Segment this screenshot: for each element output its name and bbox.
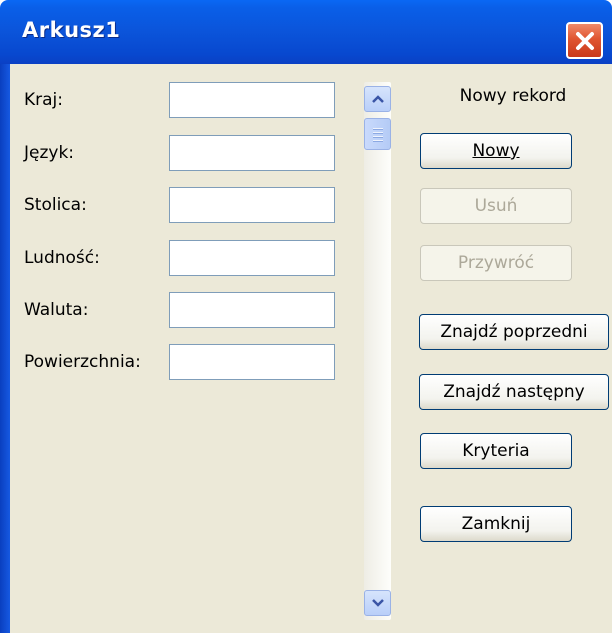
record-status-label: Nowy rekord: [459, 86, 567, 106]
record-scrollbar[interactable]: [364, 82, 391, 620]
scroll-thumb-grip-line: [373, 132, 383, 133]
data-form-dialog: Arkusz1 Kraj: Język: Stolica: Ludność: W…: [0, 0, 612, 633]
label-powierzchnia: Powierzchnia:: [24, 352, 141, 372]
window-frame-left: [0, 64, 10, 633]
delete-button-label: Usuń: [474, 196, 518, 216]
scroll-up-button[interactable]: [364, 86, 391, 112]
label-waluta: Waluta:: [24, 300, 89, 320]
waluta-field[interactable]: [169, 292, 335, 328]
criteria-button[interactable]: Kryteria: [420, 433, 572, 469]
restore-button[interactable]: Przywróć: [420, 245, 572, 281]
scroll-thumb-grip-line: [373, 136, 383, 137]
scroll-thumb[interactable]: [364, 118, 391, 150]
new-button-label: Nowy: [472, 141, 520, 161]
delete-button[interactable]: Usuń: [420, 188, 572, 224]
close-button[interactable]: Zamknij: [420, 506, 572, 542]
close-button-label: Zamknij: [461, 514, 531, 534]
close-x-icon: [575, 31, 594, 50]
find-previous-button[interactable]: Znajdź poprzedni: [419, 314, 609, 350]
kraj-field[interactable]: [169, 82, 335, 118]
criteria-button-label: Kryteria: [462, 441, 530, 461]
scroll-down-button[interactable]: [364, 590, 391, 616]
ludnosc-field[interactable]: [169, 240, 335, 276]
new-button[interactable]: Nowy: [420, 133, 572, 169]
window-title: Arkusz1: [22, 18, 121, 42]
stolica-field[interactable]: [169, 187, 335, 223]
find-previous-button-label: Znajdź poprzedni: [440, 322, 588, 342]
scroll-thumb-grip-line: [373, 140, 383, 141]
find-next-button-label: Znajdź następny: [443, 382, 585, 402]
jezyk-field[interactable]: [169, 135, 335, 171]
title-bar[interactable]: Arkusz1: [0, 0, 612, 64]
chevron-up-icon: [371, 95, 384, 103]
label-stolica: Stolica:: [24, 195, 87, 215]
find-next-button[interactable]: Znajdź następny: [419, 374, 609, 410]
label-jezyk: Język:: [24, 143, 75, 163]
chevron-down-icon: [371, 599, 384, 607]
scroll-thumb-grip-icon: [373, 128, 383, 129]
restore-button-label: Przywróć: [457, 253, 535, 273]
label-kraj: Kraj:: [24, 90, 64, 110]
close-window-button[interactable]: [566, 22, 603, 59]
powierzchnia-field[interactable]: [169, 344, 335, 380]
label-ludnosc: Ludność:: [24, 248, 100, 268]
dialog-body: Kraj: Język: Stolica: Ludność: Waluta: P…: [10, 64, 612, 633]
